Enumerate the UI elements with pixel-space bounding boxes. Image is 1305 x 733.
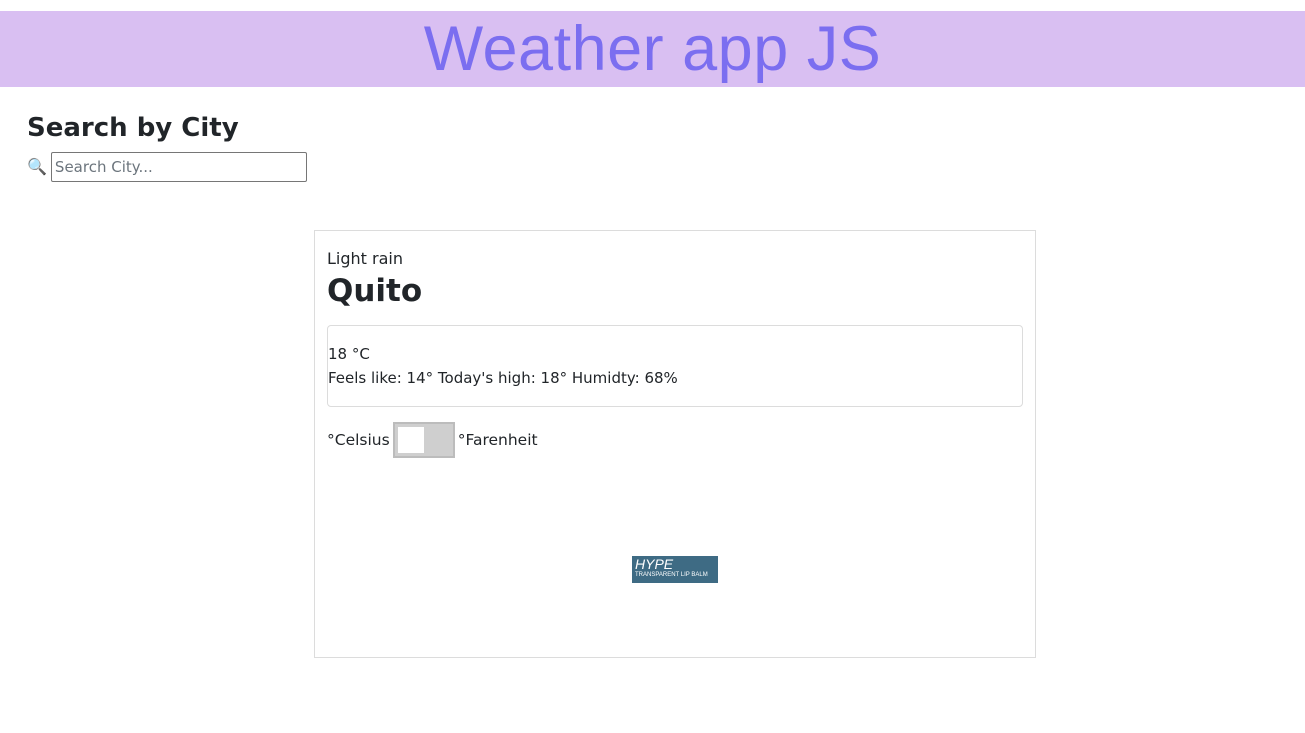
app-header: Weather app JS <box>0 11 1305 87</box>
search-row: 🔍 <box>27 152 307 182</box>
ad-brand: HYPE <box>635 556 674 572</box>
ad-tagline: TRANSPARENT LIP BALM <box>635 572 708 578</box>
weather-card: Light rain Quito 18 °C Feels like: 14° T… <box>314 230 1036 658</box>
current-temperature: 18 °C <box>328 345 370 363</box>
toggle-knob <box>397 427 424 453</box>
weather-details: Feels like: 14° Today's high: 18° Humidt… <box>328 369 678 387</box>
search-icon: 🔍 <box>27 157 47 176</box>
fahrenheit-label: °Farenheit <box>457 431 538 449</box>
weather-condition: Light rain <box>327 249 403 268</box>
city-name: Quito <box>327 273 423 309</box>
weather-stats-box: 18 °C Feels like: 14° Today's high: 18° … <box>327 325 1023 407</box>
search-section: Search by City 🔍 <box>27 112 307 182</box>
ad-banner[interactable]: HYPE TRANSPARENT LIP BALM <box>632 556 718 583</box>
unit-toggle-switch[interactable] <box>392 422 455 458</box>
celsius-label: °Celsius <box>327 431 390 449</box>
search-input[interactable] <box>50 152 307 182</box>
search-heading: Search by City <box>27 113 239 143</box>
unit-toggle-row: °Celsius °Farenheit <box>327 422 538 458</box>
app-title: Weather app JS <box>423 14 882 84</box>
